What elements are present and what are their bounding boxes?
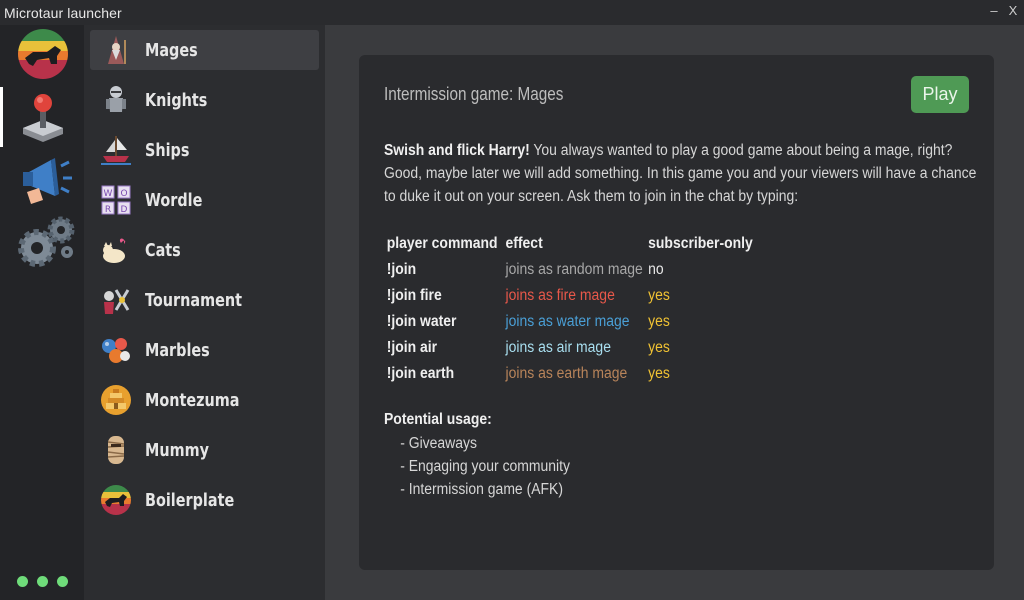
column-header: effect bbox=[505, 235, 543, 252]
microtaur-logo-icon bbox=[18, 29, 68, 79]
boilerplate-icon bbox=[101, 485, 131, 515]
game-item-marbles[interactable]: Marbles bbox=[90, 330, 319, 370]
command-cell: !join bbox=[386, 261, 417, 278]
intro-bold: Swish and flick Harry! bbox=[384, 142, 530, 159]
svg-text:D: D bbox=[121, 205, 128, 215]
ship-icon bbox=[101, 136, 131, 165]
table-row: !join earth joins as earth mage yes bbox=[384, 361, 756, 387]
tournament-icon bbox=[104, 289, 130, 314]
subscriber-cell: yes bbox=[648, 287, 670, 304]
status-dots bbox=[17, 576, 68, 587]
column-header: subscriber-only bbox=[648, 235, 753, 252]
game-description: Swish and flick Harry! You always wanted… bbox=[384, 139, 978, 208]
game-item-wordle[interactable]: W O R D Wordle bbox=[90, 180, 319, 220]
marbles-icon bbox=[102, 338, 130, 363]
gears-icon bbox=[18, 216, 75, 267]
game-item-ships[interactable]: Ships bbox=[90, 130, 319, 170]
game-label: Cats bbox=[145, 239, 181, 261]
subscriber-cell: no bbox=[648, 261, 664, 278]
effect-cell: joins as air mage bbox=[505, 339, 611, 356]
usage-section: Potential usage: - Giveaways - Engaging … bbox=[384, 411, 570, 504]
command-cell: !join fire bbox=[386, 287, 442, 304]
usage-item: - Intermission game (AFK) bbox=[400, 481, 564, 498]
command-cell: !join water bbox=[386, 313, 457, 330]
column-header: player command bbox=[386, 235, 498, 252]
status-dot bbox=[17, 576, 28, 587]
status-dot bbox=[57, 576, 68, 587]
game-item-boilerplate[interactable]: Boilerplate bbox=[90, 480, 319, 520]
rail-item-settings[interactable] bbox=[0, 211, 84, 271]
knight-icon bbox=[106, 86, 126, 112]
play-button[interactable]: Play bbox=[911, 76, 969, 113]
table-row: !join joins as random mage no bbox=[384, 257, 756, 283]
usage-item: - Engaging your community bbox=[400, 458, 571, 475]
game-item-tournament[interactable]: Tournament bbox=[90, 280, 319, 320]
command-cell: !join air bbox=[386, 339, 438, 356]
game-item-montezuma[interactable]: Montezuma bbox=[90, 380, 319, 420]
game-label: Tournament bbox=[145, 289, 243, 311]
icon-rail bbox=[0, 25, 84, 600]
game-item-mummy[interactable]: Mummy bbox=[90, 430, 319, 470]
game-list: Mages Knights Ships W O R D Wordle Cats … bbox=[84, 25, 325, 600]
mage-icon bbox=[108, 36, 126, 64]
game-item-cats[interactable]: Cats bbox=[90, 230, 319, 270]
game-label: Mummy bbox=[145, 439, 209, 461]
rail-item-announce[interactable] bbox=[0, 149, 84, 209]
title-bar: Microtaur launcher – X bbox=[0, 0, 1024, 25]
game-label: Marbles bbox=[145, 339, 210, 361]
wordle-icon: W O R D bbox=[101, 185, 131, 215]
subscriber-cell: yes bbox=[648, 365, 670, 382]
game-label: Boilerplate bbox=[145, 489, 235, 511]
rail-item-home[interactable] bbox=[0, 25, 84, 85]
subscriber-cell: yes bbox=[648, 339, 670, 356]
command-table: player command effect subscriber-only !j… bbox=[384, 231, 756, 387]
joystick-icon bbox=[23, 94, 63, 142]
game-detail-panel: Intermission game: Mages Play Swish and … bbox=[359, 55, 994, 570]
svg-text:W: W bbox=[104, 189, 113, 199]
status-dot bbox=[37, 576, 48, 587]
subscriber-cell: yes bbox=[648, 313, 670, 330]
game-label: Wordle bbox=[145, 189, 203, 211]
game-item-knights[interactable]: Knights bbox=[90, 80, 319, 120]
effect-cell: joins as earth mage bbox=[505, 365, 628, 382]
game-label: Mages bbox=[145, 39, 198, 61]
montezuma-icon bbox=[101, 385, 131, 415]
page-title: Intermission game: Mages bbox=[384, 84, 564, 104]
window-title: Microtaur launcher bbox=[4, 4, 122, 21]
game-label: Ships bbox=[145, 139, 190, 161]
table-row: !join water joins as water mage yes bbox=[384, 309, 756, 335]
usage-title: Potential usage: bbox=[384, 411, 492, 428]
mummy-icon bbox=[107, 436, 125, 464]
svg-text:R: R bbox=[105, 205, 111, 215]
table-header-row: player command effect subscriber-only bbox=[384, 231, 756, 257]
effect-cell: joins as random mage bbox=[505, 261, 643, 278]
minimize-button[interactable]: – bbox=[987, 3, 1001, 18]
command-cell: !join earth bbox=[386, 365, 455, 382]
cat-icon bbox=[103, 238, 126, 263]
usage-item: - Giveaways bbox=[400, 435, 477, 452]
megaphone-icon bbox=[23, 158, 72, 204]
game-label: Montezuma bbox=[145, 389, 240, 411]
effect-cell: joins as water mage bbox=[505, 313, 630, 330]
svg-text:O: O bbox=[120, 189, 127, 199]
rail-item-games[interactable] bbox=[0, 87, 84, 147]
close-button[interactable]: X bbox=[1006, 3, 1020, 18]
effect-cell: joins as fire mage bbox=[505, 287, 615, 304]
game-item-mages[interactable]: Mages bbox=[90, 30, 319, 70]
game-label: Knights bbox=[145, 89, 208, 111]
table-row: !join fire joins as fire mage yes bbox=[384, 283, 756, 309]
table-row: !join air joins as air mage yes bbox=[384, 335, 756, 361]
